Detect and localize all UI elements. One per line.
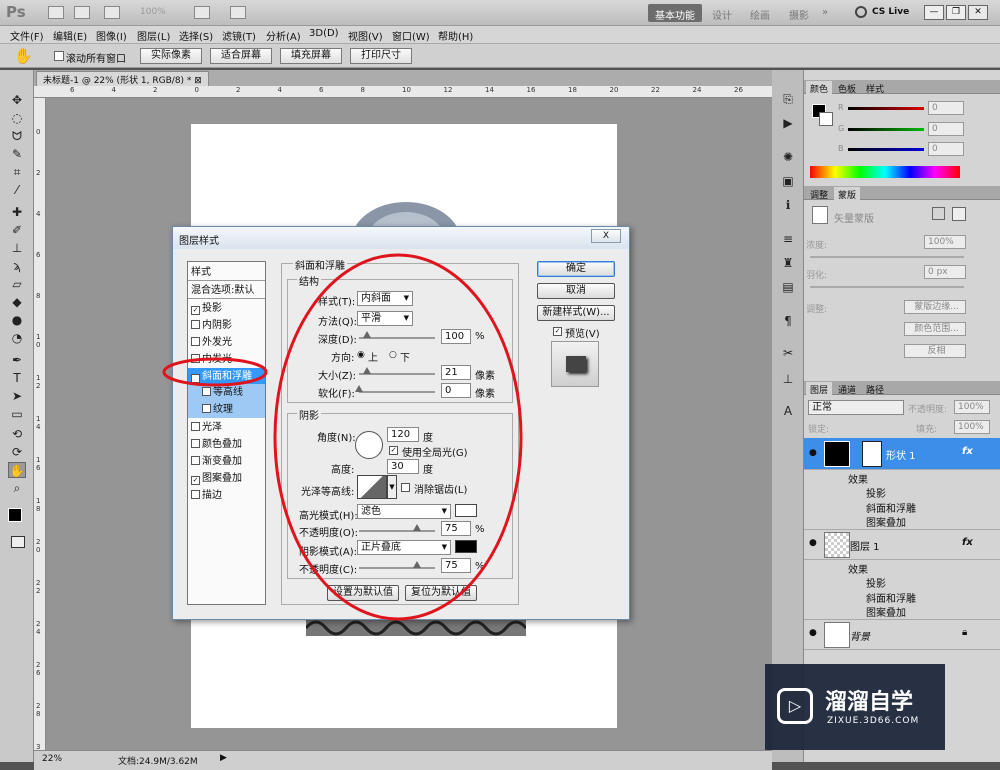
annotation-red-ellipse-small (162, 357, 268, 387)
annotation-red-ellipse-large (273, 253, 523, 621)
annotation-overlay (162, 253, 523, 621)
watermark-url: ZIXUE.3D66.COM (827, 716, 920, 726)
watermark: ▷ 溜溜自学 ZIXUE.3D66.COM (765, 664, 945, 750)
watermark-play-icon: ▷ (777, 688, 813, 724)
watermark-title: 溜溜自学 (825, 690, 914, 715)
